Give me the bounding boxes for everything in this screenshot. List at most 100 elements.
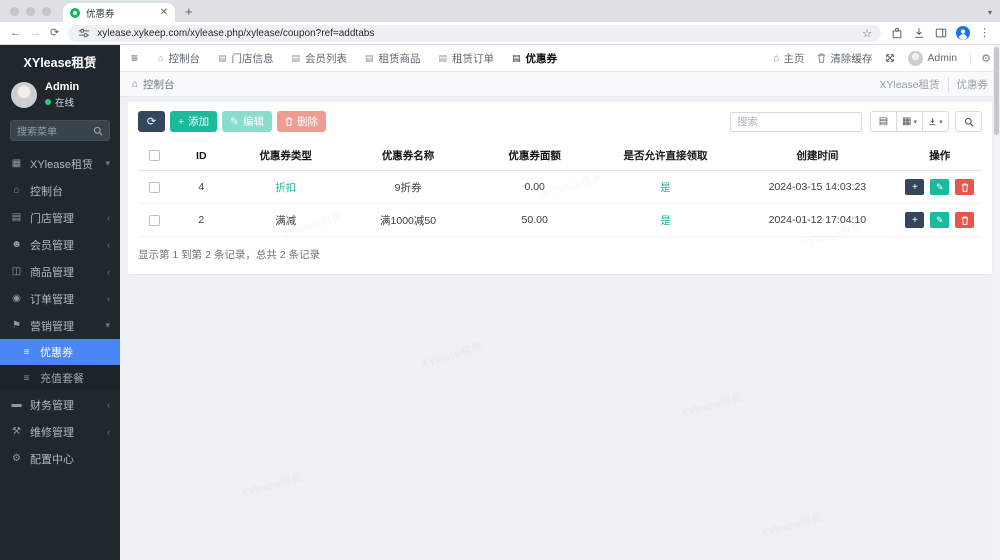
- row-edit-button[interactable]: ✎: [930, 179, 950, 195]
- table-row: 2 满减 满1000减50 50.00 是 2024-01-12 17:04:1…: [138, 203, 982, 237]
- sidebar-item-finance[interactable]: ▬ 财务管理 ‹: [0, 391, 120, 418]
- sidebar-item-config[interactable]: ⚙ 配置中心: [0, 445, 120, 472]
- export-button[interactable]: ▾: [922, 111, 949, 132]
- sidebar-item-dashboard[interactable]: ⌂ 控制台: [0, 177, 120, 204]
- browser-menu-icon[interactable]: ⋮: [979, 27, 990, 39]
- nav-tab-rental-products[interactable]: ▤ 租赁商品: [356, 45, 430, 71]
- row-edit-button[interactable]: ✎: [930, 212, 950, 228]
- card-view-icon: ▤: [878, 116, 889, 127]
- list-icon: ▤: [438, 52, 448, 63]
- tab-close-icon[interactable]: ✕: [160, 7, 168, 18]
- sidebar-item-marketing[interactable]: ⚑ 营销管理 ▾: [0, 312, 120, 339]
- sidebar-subitem-coupons[interactable]: ≡ 优惠券: [0, 339, 120, 365]
- nav-tab-label: 会员列表: [304, 52, 347, 65]
- list-icon: ▤: [291, 52, 300, 63]
- edit-button[interactable]: ✎ 编辑: [222, 111, 272, 132]
- nav-tab-label: 优惠券: [525, 52, 558, 65]
- column-header-actions: 操作: [897, 141, 982, 171]
- row-detail-button[interactable]: +: [905, 179, 925, 195]
- sidebar-item-label: 会员管理: [30, 239, 74, 252]
- breadcrumb-left[interactable]: 控制台: [143, 77, 175, 92]
- nav-tab-label: 控制台: [168, 52, 200, 65]
- table-row: 4 折扣 9折券 0.00 是 2024-03-15 14:03:23 + ✎: [138, 170, 982, 204]
- cell-amount: 0.00: [475, 170, 594, 204]
- menu-search-placeholder: 搜索菜单: [17, 127, 57, 138]
- column-header-amount[interactable]: 优惠券面额: [475, 141, 594, 171]
- pencil-icon: ✎: [936, 181, 944, 192]
- sidebar-item-stores[interactable]: ▤ 门店管理 ‹: [0, 204, 120, 231]
- sidebar-item-label: 配置中心: [30, 453, 74, 466]
- column-header-direct-claim[interactable]: 是否允许直接领取: [593, 141, 738, 171]
- url-text[interactable]: xylease.xykeep.com/xylease.php/xylease/c…: [97, 28, 855, 39]
- nav-tab-members[interactable]: ▤ 会员列表: [282, 45, 356, 71]
- trash-icon: [961, 182, 968, 192]
- add-button[interactable]: + 添加: [170, 111, 218, 132]
- column-header-type[interactable]: 优惠券类型: [230, 141, 341, 171]
- bookmark-star-icon[interactable]: ☆: [862, 27, 872, 40]
- tab-title: 优惠券: [86, 8, 115, 20]
- back-icon[interactable]: ←: [10, 27, 21, 39]
- table-toolbar: ⟳ +添加 ✎编辑 删除 ▤ ▦▾: [138, 111, 982, 132]
- breadcrumb-parent[interactable]: XYlease租赁: [879, 77, 939, 92]
- settings-button[interactable]: ⚙: [970, 51, 991, 65]
- delete-button[interactable]: 删除: [276, 111, 326, 132]
- browser-tab[interactable]: 优惠券 ✕: [63, 3, 175, 22]
- columns-button[interactable]: ▦ ▾: [896, 111, 923, 132]
- side-panel-icon[interactable]: [934, 27, 947, 40]
- column-header-name[interactable]: 优惠券名称: [340, 141, 476, 171]
- vertical-scrollbar[interactable]: [993, 45, 1000, 560]
- cell-id: 4: [171, 170, 231, 204]
- list-icon: ▤: [364, 52, 374, 63]
- column-header-id[interactable]: ID: [171, 141, 231, 171]
- home-link[interactable]: ⌂ 主页: [773, 51, 804, 66]
- sidebar-item-members[interactable]: ☻ 会员管理 ‹: [0, 231, 120, 258]
- toggle-view-button[interactable]: ▤: [870, 111, 897, 132]
- nav-tab-coupons[interactable]: ▤ 优惠券: [503, 45, 566, 71]
- reload-icon[interactable]: ⟳: [50, 27, 59, 39]
- search-toggle-button[interactable]: [955, 111, 982, 132]
- breadcrumb: ⌂ 控制台 XYlease租赁 优惠券: [120, 72, 1000, 97]
- nav-tab-dashboard[interactable]: ⌂ 控制台: [149, 45, 209, 71]
- sidebar-item-label: 控制台: [30, 185, 63, 198]
- nav-tab-stores[interactable]: ▤ 门店信息: [209, 45, 283, 71]
- address-bar[interactable]: xylease.xykeep.com/xylease.php/xylease/c…: [68, 24, 881, 42]
- nav-tab-rental-orders[interactable]: ▤ 租赁订单: [430, 45, 504, 71]
- row-delete-button[interactable]: [955, 179, 975, 195]
- sidebar-item-maintenance[interactable]: ⚒ 维修管理 ‹: [0, 418, 120, 445]
- column-header-created[interactable]: 创建时间: [737, 141, 898, 171]
- row-checkbox[interactable]: [149, 214, 161, 226]
- row-checkbox[interactable]: [149, 181, 161, 193]
- watermark: XYlease租赁: [759, 511, 824, 541]
- site-favicon-icon: [70, 7, 80, 18]
- row-detail-button[interactable]: +: [905, 212, 925, 228]
- new-tab-button[interactable]: +: [175, 4, 203, 22]
- sidebar-subitem-recharge[interactable]: ≡ 充值套餐: [0, 365, 120, 391]
- extensions-icon[interactable]: [890, 27, 903, 40]
- clear-cache-link[interactable]: 清除缓存: [817, 51, 872, 66]
- plus-icon: +: [911, 181, 918, 193]
- row-delete-button[interactable]: [955, 212, 975, 228]
- forward-icon[interactable]: →: [30, 27, 41, 39]
- brand-title: XYlease租赁: [23, 56, 97, 70]
- fullscreen-button[interactable]: [885, 53, 895, 63]
- scrollbar-thumb[interactable]: [994, 47, 999, 135]
- sidebar-item-orders[interactable]: ◉ 订单管理 ‹: [0, 285, 120, 312]
- gear-icon: ⚙: [981, 52, 991, 65]
- refresh-button[interactable]: ⟳: [138, 111, 165, 132]
- site-info-icon[interactable]: [77, 27, 90, 40]
- tab-list-chevron-icon[interactable]: ▾: [988, 8, 992, 17]
- table-search-input[interactable]: [730, 111, 862, 132]
- admin-avatar: [908, 50, 924, 66]
- window-controls[interactable]: [0, 7, 63, 22]
- home-icon: ⌂: [132, 78, 139, 90]
- menu-search-input[interactable]: 搜索菜单: [10, 120, 110, 141]
- admin-menu[interactable]: Admin: [908, 50, 957, 66]
- sidebar-item-products[interactable]: ◫ 商品管理 ‹: [0, 258, 120, 285]
- cell-name: 满1000减50: [340, 203, 476, 237]
- hamburger-icon[interactable]: ≡: [120, 51, 149, 65]
- select-all-checkbox[interactable]: [149, 150, 161, 162]
- download-icon[interactable]: [912, 27, 925, 40]
- home-icon: ⌂: [773, 52, 780, 64]
- profile-avatar-icon[interactable]: [956, 26, 970, 40]
- sidebar-item-brand[interactable]: ▦ XYlease租赁 ▾: [0, 150, 120, 177]
